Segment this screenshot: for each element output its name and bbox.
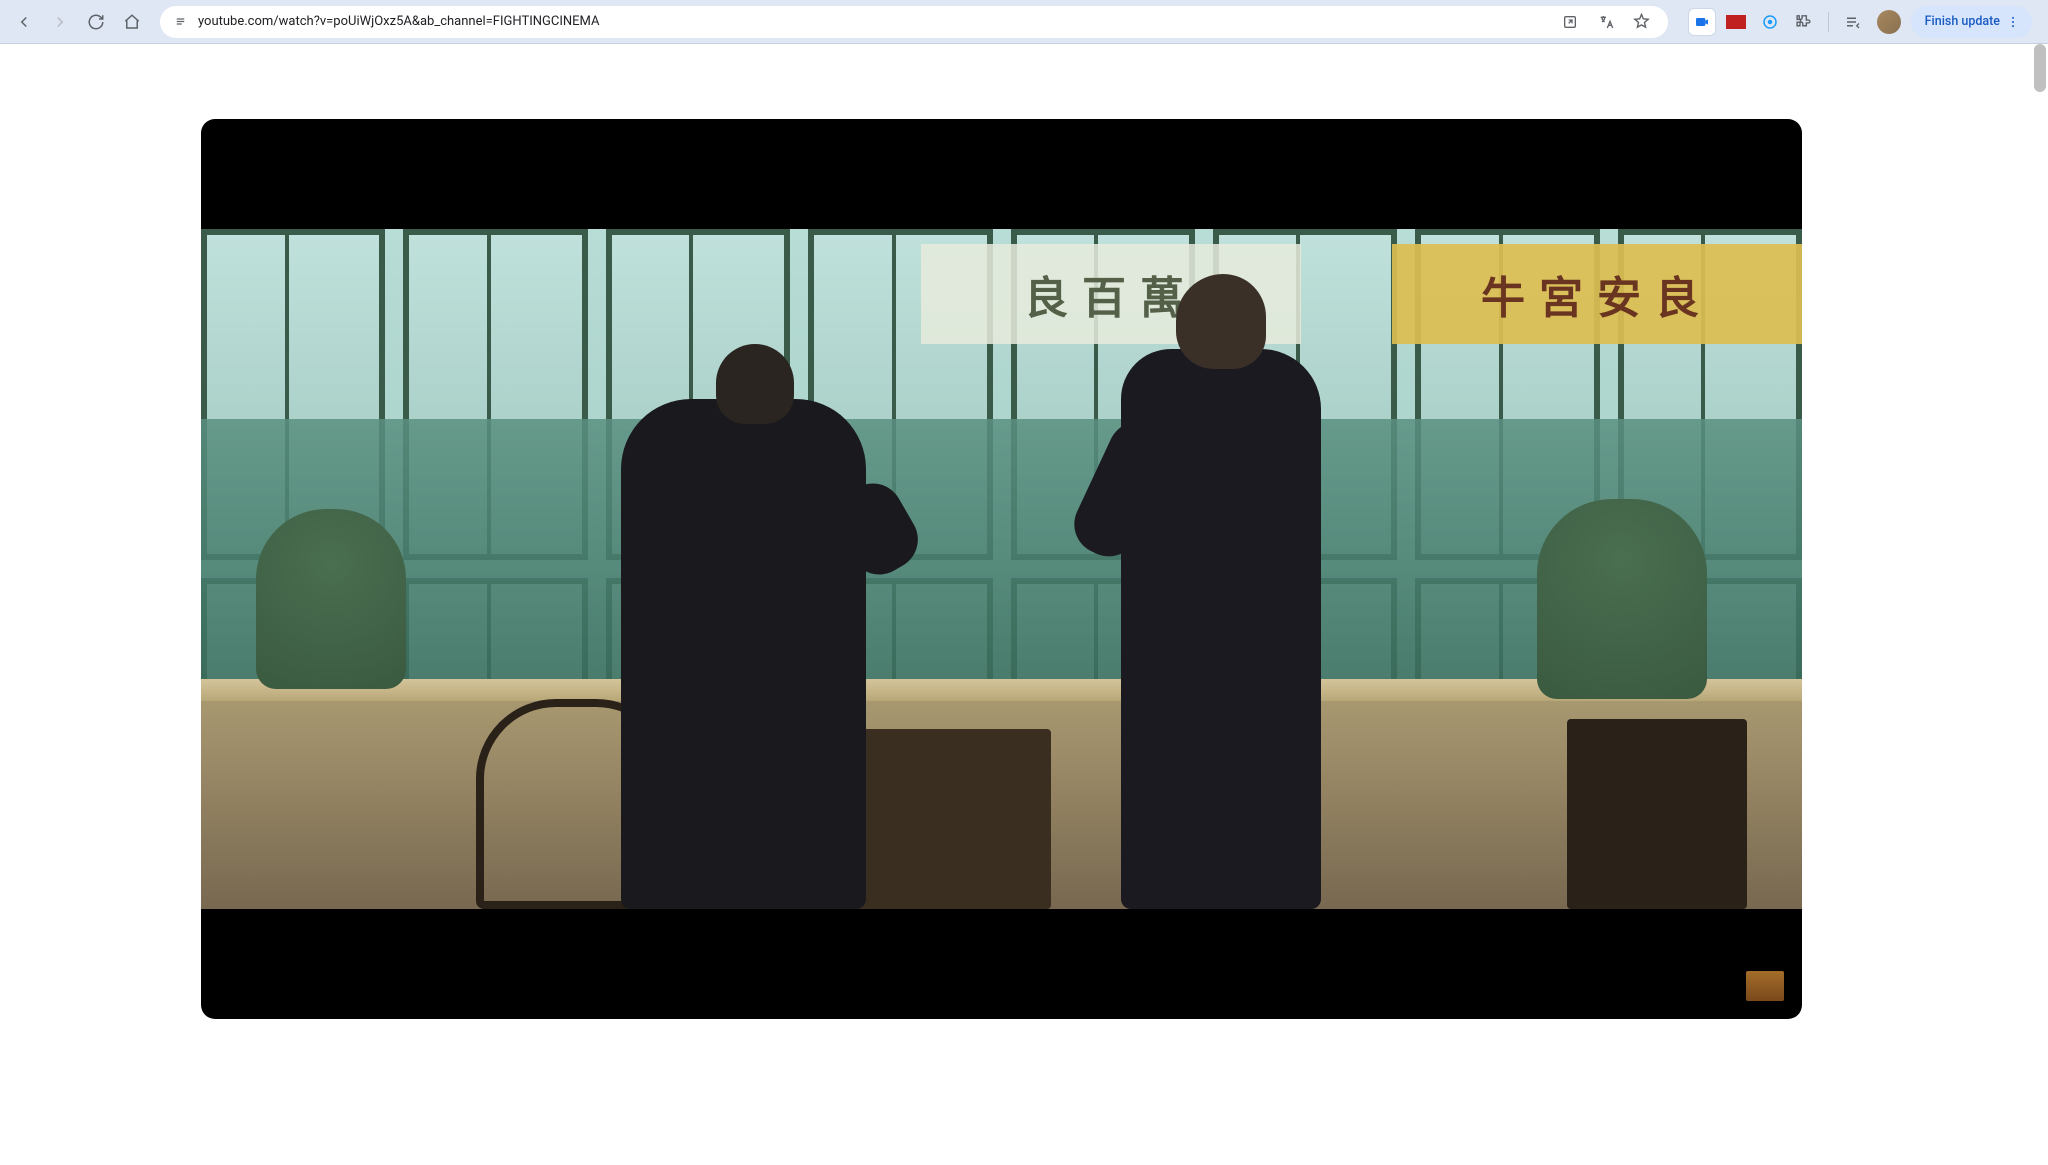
back-button[interactable] [8,6,40,38]
bookmark-icon[interactable] [1628,8,1656,36]
finish-update-button[interactable]: Finish update [1911,6,2032,38]
address-bar[interactable]: youtube.com/watch?v=poUiWjOxz5A&ab_chann… [160,6,1668,38]
translate-icon[interactable] [1592,8,1620,36]
open-new-icon[interactable] [1556,8,1584,36]
profile-avatar[interactable] [1877,10,1901,34]
figure-left [621,399,866,909]
video-player[interactable]: 良百萬 牛宮安良 [201,119,1802,1019]
media-control-icon[interactable] [1839,8,1867,36]
video-frame: 良百萬 牛宮安良 [201,229,1802,909]
extension-red-icon[interactable] [1722,8,1750,36]
site-info-icon[interactable] [172,14,188,30]
page-scrollbar[interactable] [2034,44,2046,92]
reload-button[interactable] [80,6,112,38]
extension-circle-icon[interactable] [1756,8,1784,36]
url-text: youtube.com/watch?v=poUiWjOxz5A&ab_chann… [198,14,1546,29]
browser-toolbar: youtube.com/watch?v=poUiWjOxz5A&ab_chann… [0,0,2048,44]
extensions-puzzle-icon[interactable] [1790,8,1818,36]
bonsai-right [1537,499,1707,699]
figure-right [1121,349,1321,909]
channel-watermark[interactable] [1746,971,1784,1001]
forward-button[interactable] [44,6,76,38]
plant-stand [1567,719,1747,909]
toolbar-separator [1828,12,1829,32]
billboard-right: 牛宮安良 [1392,244,1802,344]
extension-zoom-icon[interactable] [1688,8,1716,36]
bonsai-left [256,509,406,689]
extensions-area: Finish update [1688,6,2032,38]
finish-update-label: Finish update [1925,14,2000,29]
home-button[interactable] [116,6,148,38]
more-vert-icon [2006,15,2020,29]
page-content: 良百萬 牛宮安良 [0,44,2048,1165]
